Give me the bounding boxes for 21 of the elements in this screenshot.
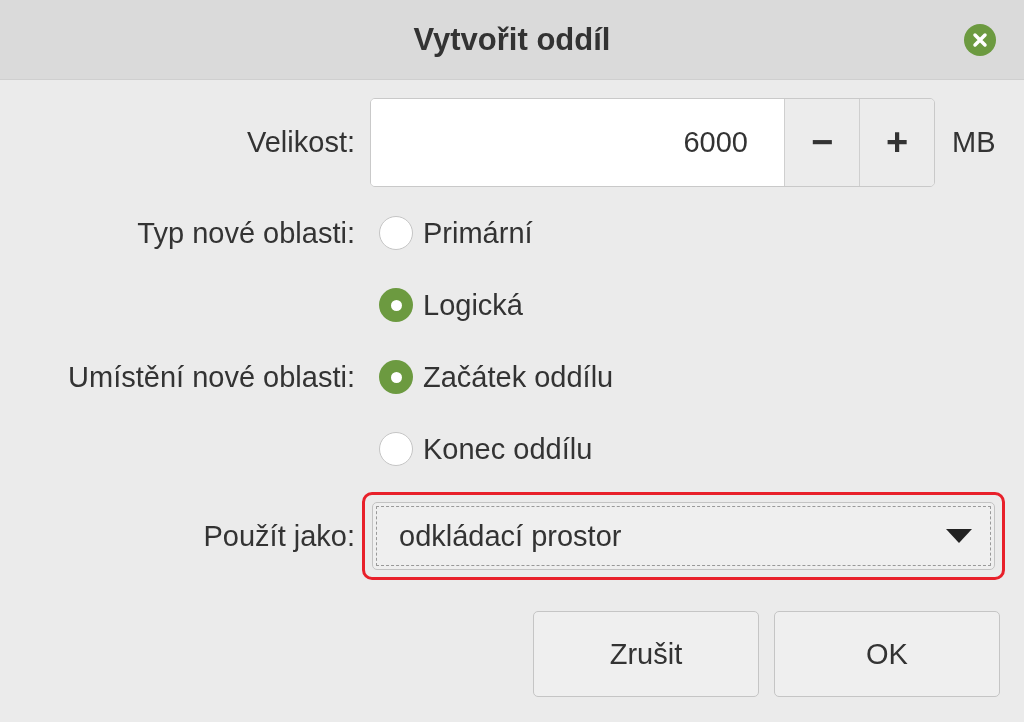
- unit-label: MB: [952, 126, 996, 159]
- radio-button[interactable]: [379, 432, 413, 466]
- caret-icon: [946, 529, 972, 543]
- dialog-button[interactable]: OK: [774, 611, 1000, 697]
- use-as-dropdown[interactable]: odkládací prostor: [372, 502, 995, 570]
- radio-button[interactable]: [379, 360, 413, 394]
- radio-button[interactable]: [379, 216, 413, 250]
- increment-button[interactable]: +: [859, 99, 934, 186]
- radio-label[interactable]: Konec oddílu: [423, 432, 593, 466]
- radio-label[interactable]: Začátek oddílu: [423, 360, 614, 394]
- window-title: Vytvořit oddíl: [413, 21, 611, 58]
- size-spinbox[interactable]: 6000 − +: [370, 98, 935, 187]
- field-label: Umístění nové oblasti:: [68, 360, 355, 394]
- field-label: Použít jako:: [203, 519, 355, 553]
- dialog-button[interactable]: Zrušit: [533, 611, 759, 697]
- radio-label[interactable]: Primární: [423, 216, 533, 250]
- radio-button[interactable]: [379, 288, 413, 322]
- field-label: Typ nové oblasti:: [137, 216, 355, 250]
- radio-label[interactable]: Logická: [423, 288, 523, 322]
- close-icon[interactable]: [964, 24, 996, 56]
- field-label: Velikost:: [247, 126, 355, 159]
